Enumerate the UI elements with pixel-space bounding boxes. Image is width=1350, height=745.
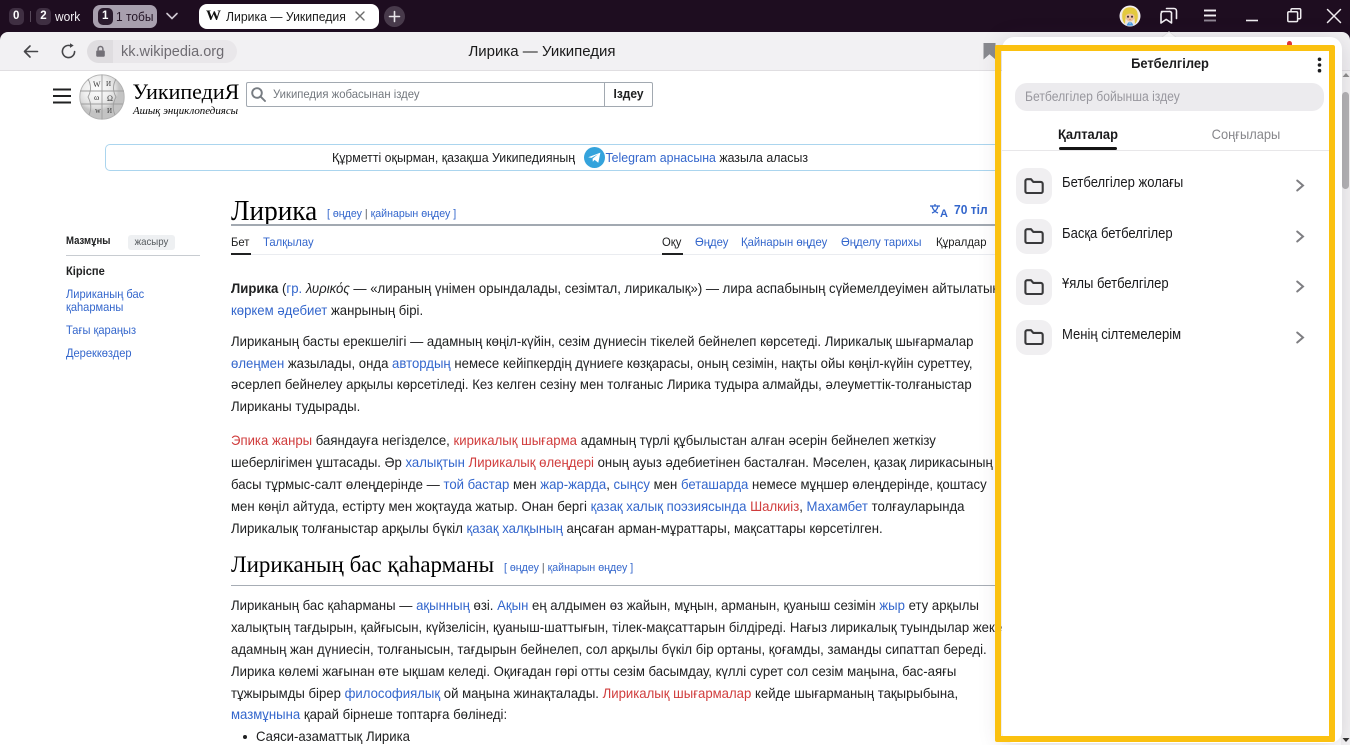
svg-text:И: И bbox=[107, 107, 112, 115]
svg-text:Ω: Ω bbox=[107, 94, 113, 103]
svg-text:И: И bbox=[106, 80, 111, 88]
svg-text:A: A bbox=[940, 208, 948, 218]
svg-text:ω: ω bbox=[94, 93, 99, 102]
svg-text:W: W bbox=[93, 80, 101, 89]
svg-text:w: w bbox=[95, 106, 101, 115]
